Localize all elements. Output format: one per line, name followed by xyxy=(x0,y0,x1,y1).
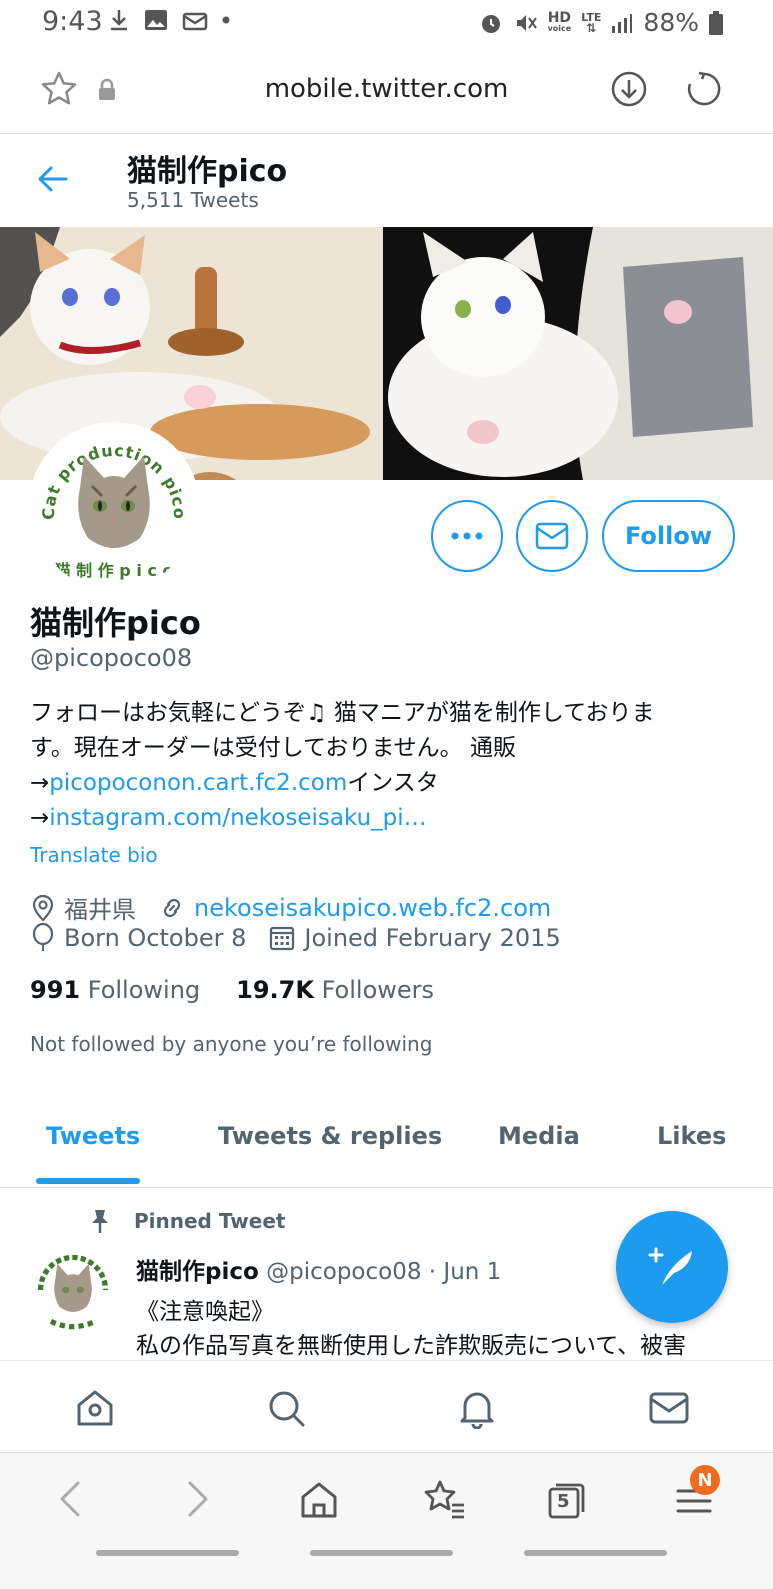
forward-icon[interactable] xyxy=(182,1479,212,1519)
search-icon[interactable] xyxy=(265,1387,307,1429)
translate-bio-link[interactable]: Translate bio xyxy=(30,843,158,867)
instagram-link[interactable]: instagram.com/nekoseisaku_pi… xyxy=(49,805,426,831)
tweet-header: 猫制作pico @picopoco08 · Jun 1 xyxy=(136,1252,501,1286)
tweet-author-name[interactable]: 猫制作pico xyxy=(136,1259,259,1285)
back-icon[interactable] xyxy=(56,1479,86,1519)
tab-tweets[interactable]: Tweets xyxy=(46,1122,140,1150)
location-pin-icon xyxy=(32,894,54,922)
following-count[interactable]: 991 Following xyxy=(30,976,200,1004)
profile-handle: @picopoco08 xyxy=(30,644,193,672)
tab-tweets-replies[interactable]: Tweets & replies xyxy=(218,1122,442,1150)
tab-likes[interactable]: Likes xyxy=(657,1122,726,1150)
url-text[interactable]: mobile.twitter.com xyxy=(0,74,773,104)
balloon-icon xyxy=(32,923,54,951)
email-notification-icon xyxy=(182,12,208,31)
not-followed-note: Not followed by anyone you’re following xyxy=(30,1032,433,1056)
profile-meta-row: 福井県 nekoseisakupico.web.fc2.com xyxy=(30,890,573,925)
notification-badge: N xyxy=(690,1465,720,1495)
mute-icon xyxy=(516,14,537,31)
shop-link[interactable]: picopoconon.cart.fc2.com xyxy=(49,770,347,796)
pin-icon xyxy=(92,1210,108,1233)
message-button[interactable] xyxy=(516,500,588,572)
clock: 9:43 xyxy=(42,6,103,37)
tweet-count: 5,511 Tweets xyxy=(127,188,259,212)
notifications-icon[interactable] xyxy=(456,1387,498,1429)
profile-tabs: Tweets Tweets & replies Media Likes xyxy=(0,1094,773,1188)
profile-display-name: 猫制作pico xyxy=(30,604,201,642)
more-options-button[interactable] xyxy=(431,500,503,572)
signal-icon xyxy=(612,13,633,33)
tweet-author-avatar[interactable] xyxy=(30,1248,116,1334)
avatar-logo: Cat production pico 猫 制 作 p i c o xyxy=(32,426,196,590)
follow-stats: 991 Following 19.7K Followers xyxy=(30,976,434,1004)
svg-text:猫 制 作 p i c o: 猫 制 作 p i c o xyxy=(55,561,174,580)
home-icon[interactable] xyxy=(298,1479,340,1521)
envelope-icon xyxy=(535,522,569,550)
browser-url-bar: mobile.twitter.com xyxy=(0,48,773,134)
profile-avatar[interactable]: Cat production pico 猫 制 作 p i c o xyxy=(28,422,200,594)
tabs-button[interactable]: 5 xyxy=(546,1479,588,1525)
calendar-icon xyxy=(270,926,295,951)
bio-line: フォローはお気軽にどうぞ♫ 猫マニアが猫を制作しておりま xyxy=(30,700,655,726)
avatar-logo-small xyxy=(30,1248,116,1334)
compose-tweet-button[interactable] xyxy=(616,1211,728,1323)
status-bar: 9:43 HD voice LTE ⇅ 88% xyxy=(0,0,773,48)
location: 福井県 xyxy=(30,890,136,925)
battery-icon xyxy=(709,10,723,35)
birthday: Born October 8 xyxy=(30,923,246,953)
tab-media[interactable]: Media xyxy=(498,1122,580,1150)
dot-icon xyxy=(222,16,230,24)
tab-count: 5 xyxy=(557,1491,570,1512)
banner-photo-right xyxy=(383,227,773,480)
join-date: Joined February 2015 xyxy=(268,924,561,952)
lte-label: LTE ⇅ xyxy=(581,10,602,35)
tweet-text: 私の作品写真を無断使用した詐欺販売について、被害 xyxy=(136,1333,687,1356)
gesture-bar xyxy=(524,1550,667,1556)
battery-level: 88% xyxy=(643,8,699,37)
tweet-meta: @picopoco08 · Jun 1 xyxy=(266,1259,502,1285)
profile-bio: フォローはお気軽にどうぞ♫ 猫マニアが猫を制作しておりま す。現在オーダーは受付… xyxy=(30,696,742,836)
active-tab-indicator xyxy=(36,1178,140,1184)
link-icon xyxy=(163,898,181,917)
gesture-bar xyxy=(96,1550,239,1556)
profile-meta-row: Born October 8 Joined February 2015 xyxy=(30,923,583,953)
reload-icon[interactable] xyxy=(685,70,723,108)
website[interactable]: nekoseisakupico.web.fc2.com xyxy=(158,894,551,922)
bio-line: →picopoconon.cart.fc2.comインスタ xyxy=(30,770,439,796)
follow-button[interactable]: Follow xyxy=(602,500,735,572)
bio-line: →instagram.com/nekoseisaku_pi… xyxy=(30,805,427,831)
network-label: HD voice xyxy=(547,10,572,33)
messages-icon[interactable] xyxy=(648,1387,690,1429)
download-icon xyxy=(111,10,127,31)
home-icon[interactable] xyxy=(74,1387,116,1429)
website-link[interactable]: nekoseisakupico.web.fc2.com xyxy=(194,894,551,922)
gesture-bar xyxy=(310,1550,453,1556)
bio-line: す。現在オーダーは受付しておりません。 通販 xyxy=(30,735,516,761)
pinned-indicator: Pinned Tweet xyxy=(88,1208,285,1234)
compose-feather-icon xyxy=(648,1247,692,1285)
more-dots-icon xyxy=(451,532,483,540)
alarm-icon xyxy=(481,14,500,33)
cat-photo-illustration-2 xyxy=(383,227,773,480)
profile-top-bar: 猫制作pico 5,511 Tweets xyxy=(0,134,773,226)
twitter-bottom-nav xyxy=(0,1360,773,1452)
browser-bottom-nav: 5 xyxy=(0,1452,773,1589)
back-arrow-icon[interactable] xyxy=(36,162,70,196)
tweet-text: 《注意喚起》 xyxy=(136,1299,274,1325)
followers-count[interactable]: 19.7K Followers xyxy=(236,976,434,1004)
header-profile-name: 猫制作pico xyxy=(127,154,288,189)
gallery-icon xyxy=(145,10,167,30)
download-page-icon[interactable] xyxy=(610,70,648,108)
bookmarks-icon[interactable] xyxy=(422,1479,466,1521)
